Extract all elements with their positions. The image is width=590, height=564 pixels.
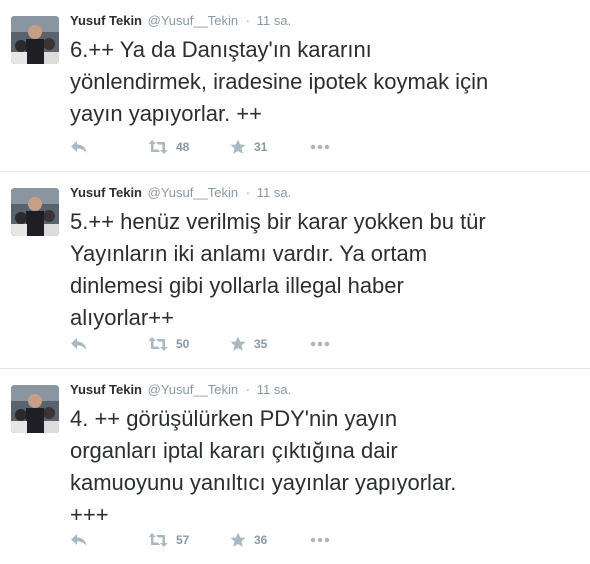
favorite-star-icon <box>230 139 246 155</box>
more-button[interactable] <box>310 137 330 157</box>
avatar[interactable] <box>11 188 59 236</box>
more-button[interactable] <box>310 530 330 550</box>
reply-button[interactable] <box>70 137 88 157</box>
tweet-actions: 48 31 <box>70 137 370 157</box>
favorite-star-icon <box>230 532 246 548</box>
retweet-icon <box>148 336 168 352</box>
tweet[interactable]: Yusuf Tekin @Yusuf__Tekin · 11 sa. 6.++ … <box>0 0 590 172</box>
retweet-icon <box>148 139 168 155</box>
favorite-count: 35 <box>254 337 268 351</box>
retweet-count: 57 <box>176 533 190 547</box>
avatar[interactable] <box>11 385 59 433</box>
more-icon <box>310 144 330 150</box>
tweet-timeline: Yusuf Tekin @Yusuf__Tekin · 11 sa. 6.++ … <box>0 0 590 564</box>
reply-icon <box>70 139 88 155</box>
separator-dot: · <box>245 382 251 397</box>
reply-icon <box>70 336 88 352</box>
separator-dot: · <box>245 13 251 28</box>
tweet-text: 5.++ henüz verilmiş bir karar yokken bu … <box>70 209 486 330</box>
author-name[interactable]: Yusuf Tekin <box>70 13 142 28</box>
author-username[interactable]: @Yusuf__Tekin <box>148 382 239 397</box>
author-name[interactable]: Yusuf Tekin <box>70 185 142 200</box>
retweet-button[interactable]: 57 <box>148 530 189 550</box>
retweet-count: 50 <box>176 337 190 351</box>
more-icon <box>310 341 330 347</box>
reply-icon <box>70 532 88 548</box>
author-username[interactable]: @Yusuf__Tekin <box>148 185 239 200</box>
favorite-button[interactable]: 36 <box>230 530 267 550</box>
reply-button[interactable] <box>70 530 88 550</box>
tweet-actions: 57 36 <box>70 530 370 550</box>
more-icon <box>310 537 330 543</box>
tweet-header: Yusuf Tekin @Yusuf__Tekin · 11 sa. <box>70 381 291 399</box>
separator-dot: · <box>245 185 251 200</box>
reply-button[interactable] <box>70 334 88 354</box>
favorite-button[interactable]: 35 <box>230 334 267 354</box>
tweet-text: 4. ++ görüşülürken PDY'nin yayın organla… <box>70 406 457 527</box>
timestamp[interactable]: 11 sa. <box>257 185 291 200</box>
author-username[interactable]: @Yusuf__Tekin <box>148 13 239 28</box>
tweet-text: 6.++ Ya da Danıştay'ın kararını yönlendi… <box>70 37 489 126</box>
tweet[interactable]: Yusuf Tekin @Yusuf__Tekin · 11 sa. 4. ++… <box>0 369 590 564</box>
favorite-count: 36 <box>254 533 268 547</box>
avatar[interactable] <box>11 16 59 64</box>
retweet-icon <box>148 532 168 548</box>
tweet[interactable]: Yusuf Tekin @Yusuf__Tekin · 11 sa. 5.++ … <box>0 172 590 369</box>
author-name[interactable]: Yusuf Tekin <box>70 382 142 397</box>
favorite-star-icon <box>230 336 246 352</box>
tweet-header: Yusuf Tekin @Yusuf__Tekin · 11 sa. <box>70 12 291 30</box>
retweet-button[interactable]: 50 <box>148 334 189 354</box>
retweet-count: 48 <box>176 140 190 154</box>
retweet-button[interactable]: 48 <box>148 137 189 157</box>
timestamp[interactable]: 11 sa. <box>257 13 291 28</box>
more-button[interactable] <box>310 334 330 354</box>
tweet-header: Yusuf Tekin @Yusuf__Tekin · 11 sa. <box>70 184 291 202</box>
timestamp[interactable]: 11 sa. <box>257 382 291 397</box>
tweet-actions: 50 35 <box>70 334 370 354</box>
favorite-button[interactable]: 31 <box>230 137 267 157</box>
favorite-count: 31 <box>254 140 268 154</box>
